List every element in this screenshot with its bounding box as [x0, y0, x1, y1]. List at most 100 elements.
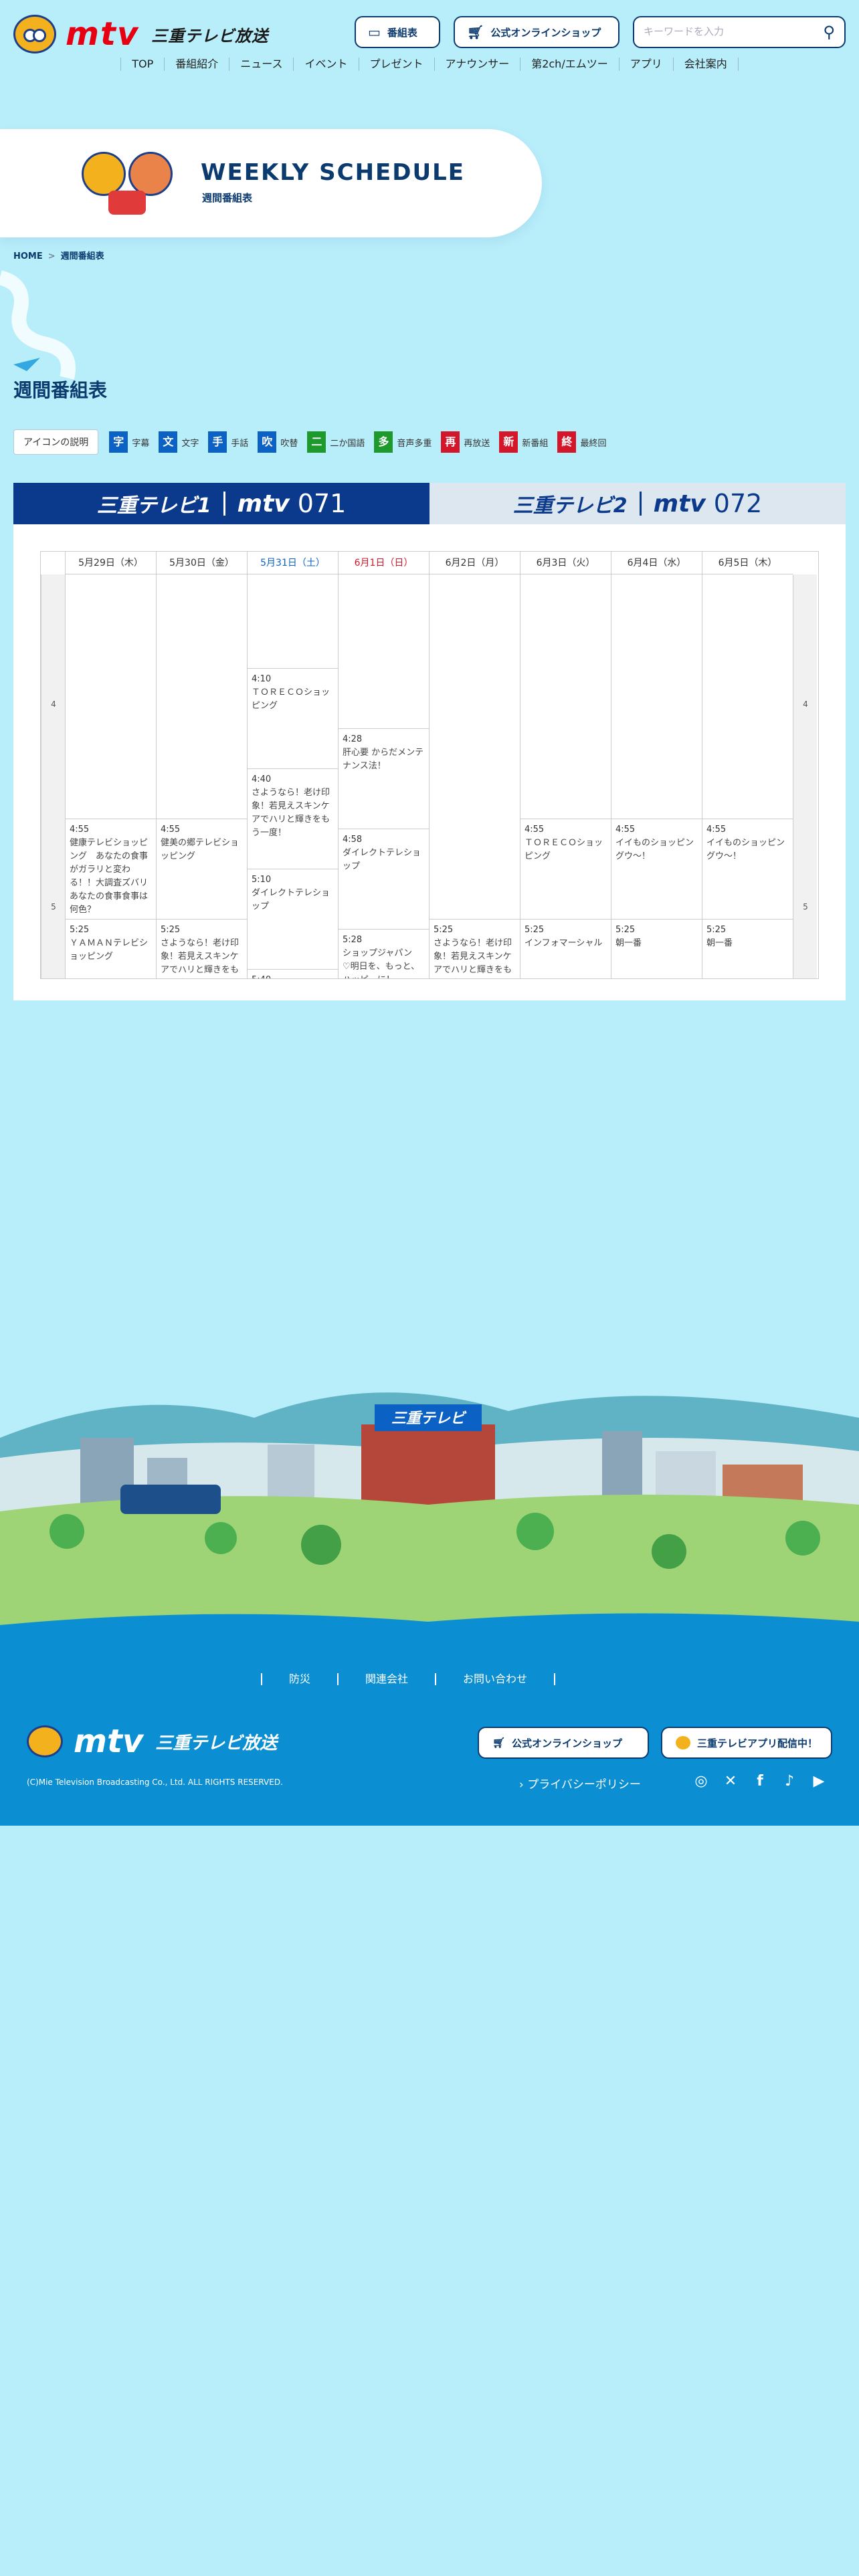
nav-item-5[interactable]: アナウンサー — [434, 58, 520, 71]
footer-link-disaster[interactable]: 防災 — [261, 1673, 337, 1685]
program-cell[interactable]: 4:28 肝心要 からだメンテナンス法！ — [339, 728, 429, 829]
nav-item-2[interactable]: ニュース — [229, 58, 293, 71]
program-cell[interactable]: 4:55 健美の郷テレビショッピング — [157, 819, 247, 919]
program-cell[interactable]: 5:25 インフォマーシャル — [520, 919, 611, 978]
program-cell[interactable]: 4:58 ダイレクトテレショップ — [339, 829, 429, 929]
program-title: 肝心要 からだメンテナンス法！ — [343, 748, 424, 771]
footer-mascot-icon — [27, 1725, 63, 1757]
program-cell[interactable]: 5:28 ショップジャパン ♡明日を、もっと、ハッピーに！ — [339, 929, 429, 978]
footer-link-affiliates[interactable]: 関連会社 — [337, 1673, 435, 1685]
nav-item-4[interactable]: プレゼント — [358, 58, 434, 71]
program-time: 4:55 — [161, 825, 181, 835]
program-time: 4:58 — [343, 835, 363, 845]
footer-app-button[interactable]: 三重テレビアプリ配信中！ — [661, 1727, 832, 1759]
program-cell[interactable]: 5:25 さようなら！老け印象！若見えスキンケアでハリと輝きをもう一度！ — [157, 919, 247, 978]
privacy-policy-link[interactable]: › プライバシーポリシー — [519, 1775, 641, 1792]
nav-item-7[interactable]: アプリ — [618, 58, 673, 71]
legend-label: 再放送 — [464, 438, 490, 449]
program-cell[interactable]: 5:25 ＹＡＭＡＮテレビショッピング — [66, 919, 156, 978]
legend-mark: 手 — [208, 431, 227, 453]
nav-item-3[interactable]: イベント — [293, 58, 358, 71]
search-input[interactable] — [644, 25, 804, 37]
tab-channel-2[interactable]: 三重テレビ2 mtv 072 — [430, 483, 846, 524]
program-title: さようなら！老け印象！若見えスキンケアでハリと輝きをもう一度！ — [434, 938, 512, 975]
day-header: 6月1日（日） — [339, 552, 429, 574]
program-time: 4:55 — [70, 825, 90, 835]
program-title: ショップジャパン ♡明日を、もっと、ハッピーに！ — [343, 948, 421, 978]
x-icon[interactable]: ✕ — [720, 1771, 741, 1792]
legend-mark: 再 — [441, 431, 460, 453]
program-time: 5:40 — [252, 974, 334, 978]
legend-item: 吹吹替 — [258, 431, 298, 453]
hour-label: 5 — [803, 902, 808, 911]
nav-item-1[interactable]: 番組紹介 — [164, 58, 229, 71]
city-illustration-icon: 三重テレビ — [0, 1392, 859, 1638]
breadcrumb: HOME > 週間番組表 — [13, 249, 104, 261]
hero-banner: WEEKLY SCHEDULE 週間番組表 — [0, 129, 542, 237]
facebook-icon[interactable]: f — [749, 1771, 771, 1792]
program-cell[interactable]: 4:55 健康テレビショッピング あなたの食事がガラリと変わる！！大調査ズバリあな… — [66, 819, 156, 919]
hero-title: WEEKLY SCHEDULE — [201, 159, 465, 186]
footer-link-contact[interactable]: お問い合わせ — [435, 1673, 556, 1685]
day-column: 6月3日（火）4:55ＴＯＲＥＣＯショッピング5:25インフォマーシャル5:55… — [520, 552, 611, 978]
nav-item-8[interactable]: 会社案内 — [672, 58, 739, 71]
program-cell[interactable]: 5:25 さようなら！老け印象！若見えスキンケアでハリと輝きをもう一度！ — [430, 919, 520, 978]
nav-item-0[interactable]: TOP — [120, 58, 164, 71]
footer-logo-name: 三重テレビ放送 — [155, 1733, 278, 1753]
program-cell[interactable]: 5:40ビッグフィッシング「兵庫・明石沖の船タコ釣り」今週は、多くのファンが詰め… — [248, 969, 338, 978]
hour-column-right: 45 — [793, 574, 817, 978]
search-icon[interactable]: ⚲ — [823, 23, 835, 41]
page-title: 週間番組表 — [13, 379, 108, 401]
logo-mark: mtv — [66, 15, 140, 53]
site-header: mtv 三重テレビ放送 ▭ 番組表 🛒︎ 公式オンラインショップ ⚲ TOP番組… — [0, 0, 859, 84]
hero-subtitle: 週間番組表 — [202, 192, 253, 204]
program-time: 4:55 — [706, 825, 727, 835]
channel-tabs: 三重テレビ1 mtv 071 三重テレビ2 mtv 072 — [13, 483, 846, 524]
program-cell[interactable]: 5:25 朝一番 — [611, 919, 702, 978]
legend-item: 手手話 — [208, 431, 248, 453]
day-column: 6月1日（日） 4:28 肝心要 からだメンテナンス法！ 4:58 ダイレクトテレショッ… — [338, 552, 429, 978]
youtube-icon[interactable]: ▶ — [808, 1771, 830, 1792]
program-time: 5:25 — [161, 925, 181, 935]
program-time: 5:25 — [434, 925, 454, 935]
program-cell[interactable]: 4:10 ＴＯＲＥＣＯショッピング — [248, 668, 338, 768]
tab-channel-1[interactable]: 三重テレビ1 mtv 071 — [13, 483, 430, 524]
program-title: ＹＡＭＡＮテレビショッピング — [70, 938, 149, 962]
tiktok-icon[interactable]: ♪ — [779, 1771, 800, 1792]
program-guide-button[interactable]: ▭ 番組表 — [355, 16, 440, 48]
online-shop-label: 公式オンラインショップ — [490, 26, 601, 39]
online-shop-button[interactable]: 🛒︎ 公式オンラインショップ — [454, 16, 619, 48]
program-cell[interactable]: 4:55 イイものショッピングウ～！ — [611, 819, 702, 919]
legend-label: 新番組 — [522, 438, 549, 449]
instagram-icon[interactable]: ◎ — [690, 1771, 712, 1792]
legend-label: 手話 — [231, 438, 249, 449]
footer-logo[interactable]: mtv 三重テレビ放送 — [27, 1725, 277, 1757]
footer-shop-button[interactable]: 🛒︎ 公式オンラインショップ — [478, 1727, 649, 1759]
legend-mark: 吹 — [258, 431, 277, 453]
program-cell[interactable]: 4:55 イイものショッピングウ～！ — [702, 819, 793, 919]
logo-name: 三重テレビ放送 — [151, 26, 269, 45]
tv-icon: ▭ — [368, 24, 381, 40]
day-column: 5月30日（金） 4:55 健美の郷テレビショッピング 5:25 さようなら！老け印象！… — [156, 552, 247, 978]
program-cell[interactable]: 4:40 さようなら！老け印象！若見えスキンケアでハリと輝きをもう一度！ — [248, 768, 338, 869]
program-cell[interactable]: 5:10 ダイレクトテレショップ — [248, 869, 338, 969]
global-nav: TOP 番組紹介 ニュース イベント プレゼント アナウンサー 第2ch/エムツー アプリ 会社… — [0, 58, 859, 71]
program-title: ダイレクトテレショップ — [343, 848, 421, 871]
site-logo[interactable]: mtv 三重テレビ放送 — [13, 15, 268, 53]
legend-mark: 文 — [159, 431, 178, 453]
cart-icon: 🛒︎ — [467, 24, 484, 40]
legend-label: 音声多重 — [397, 438, 432, 449]
breadcrumb-home[interactable]: HOME — [13, 251, 43, 261]
day-header: 5月31日（土） — [248, 552, 338, 574]
program-cell[interactable]: 5:25 朝一番 — [702, 919, 793, 978]
footer-nav: 防災 関連会社 お問い合わせ — [261, 1673, 556, 1685]
program-cell[interactable]: 4:55 ＴＯＲＥＣＯショッピング — [520, 819, 611, 919]
channel-1-name: 三重テレビ1 — [96, 494, 211, 518]
legend-mark: 字 — [109, 431, 128, 453]
footer-logo-mark: mtv — [74, 1723, 144, 1760]
day-header: 6月2日（月） — [430, 552, 520, 574]
schedule-panel: 4 5 5月29日（木） 4:55 健康テレビショッピング あなたの食事がガラリと変わる… — [13, 524, 846, 1000]
icon-legend-button[interactable]: アイコンの説明 — [13, 429, 99, 455]
program-title: 朝一番 — [615, 938, 642, 948]
nav-item-6[interactable]: 第2ch/エムツー — [520, 58, 619, 71]
